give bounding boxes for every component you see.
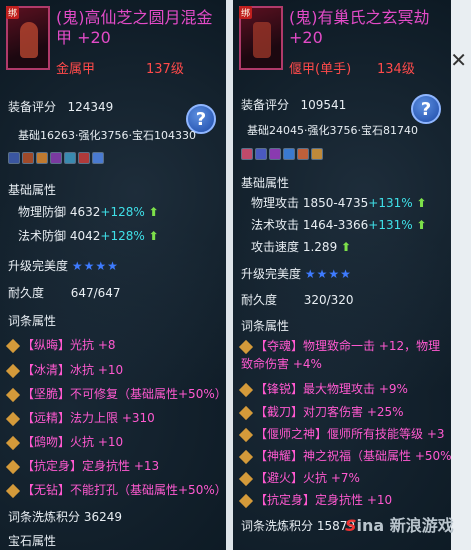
gem-icon	[50, 152, 62, 164]
score-value: 109541	[300, 98, 347, 112]
upgrade-row: 升级完美度 ★★★★	[241, 267, 352, 281]
upgrade-row: 升级完美度 ★★★★	[8, 259, 119, 273]
score-value: 124349	[67, 100, 114, 114]
affix-row: 【远精】法力上限 +310	[5, 409, 155, 426]
item-icon: 绑	[6, 6, 50, 70]
gem-icon	[78, 152, 90, 164]
affix-row: 【神耀】神之祝福（基础属性 +50%）	[238, 447, 451, 464]
item-level: 134级	[377, 62, 415, 77]
base-attr-heading: 基础属性	[8, 183, 57, 197]
affix-row: 【锋锐】最大物理攻击 +9%	[238, 380, 408, 397]
base-stat: 法术攻击 1464-3366+131% ⬆	[251, 218, 427, 232]
gem-icon	[22, 152, 34, 164]
sina-watermark: Sina 新浪游戏	[345, 516, 454, 535]
affix-heading: 词条属性	[8, 314, 57, 328]
upgrade-stars: ★★★★	[71, 259, 119, 273]
durability-row: 耐久度 647/647	[8, 286, 121, 300]
bound-badge: 绑	[6, 6, 20, 19]
affix-row: 【避火】火抗 +7%	[238, 469, 360, 486]
right-item-tooltip: 绑 (鬼)有巢氏之玄冥劫 +20 偃甲(单手) 134级 装备评分 109541…	[233, 0, 451, 550]
base-stat: 物理攻击 1850-4735+131% ⬆	[251, 196, 427, 210]
gem-icon	[283, 148, 295, 160]
help-icon[interactable]: ?	[411, 94, 441, 124]
affix-row: 【坚脆】不可修复（基础属性+50%）	[5, 385, 226, 402]
gem-icon	[64, 152, 76, 164]
upgrade-stars: ★★★★	[304, 267, 352, 281]
score-row: 装备评分 109541	[241, 98, 347, 112]
gem-icon	[92, 152, 104, 164]
gem-icon	[269, 148, 281, 160]
score-row: 装备评分 124349	[8, 100, 114, 114]
refine-row: 词条洗炼积分 36249	[8, 510, 123, 524]
gem-icon	[297, 148, 309, 160]
page-background: ✕	[450, 0, 471, 550]
left-item-tooltip: 绑 (鬼)高仙芝之圆月混金甲 +20 金属甲 137级 装备评分 124349 …	[0, 0, 226, 550]
refine-row: 词条洗炼积分 15879	[241, 519, 356, 533]
gem-icon	[241, 148, 253, 160]
score-breakdown: 基础16263·强化3756·宝石104330	[18, 129, 196, 142]
affix-heading: 词条属性	[241, 319, 290, 333]
affix-row: 【偃师之神】偃师所有技能等级 +3	[238, 425, 445, 442]
bound-badge: 绑	[239, 6, 253, 19]
gem-icon	[311, 148, 323, 160]
gem-slots	[241, 148, 323, 160]
affix-row: 【无钻】不能打孔（基础属性+50%）	[5, 481, 226, 498]
affix-row: 【抗定身】定身抗性 +10	[238, 491, 392, 508]
affix-row: 【截刀】对刀客伤害 +25%	[238, 403, 404, 420]
affix-row: 【夺魂】物理致命一击 +12，物理致命伤害 +4%	[238, 337, 441, 373]
affix-row: 【抗定身】定身抗性 +13	[5, 457, 159, 474]
item-name: (鬼)有巢氏之玄冥劫 +20	[289, 8, 430, 47]
gem-slots	[8, 152, 104, 164]
item-name: (鬼)高仙芝之圆月混金甲 +20	[56, 8, 213, 47]
panel-divider	[226, 0, 233, 550]
base-stat: 法术防御 4042+128% ⬆	[18, 229, 159, 243]
item-type: 偃甲(单手)	[289, 62, 352, 77]
item-icon: 绑	[239, 6, 283, 70]
affix-row: 【鸱吻】火抗 +10	[5, 433, 123, 450]
gem-icon	[36, 152, 48, 164]
score-breakdown: 基础24045·强化3756·宝石81740	[247, 124, 418, 137]
item-type: 金属甲	[56, 62, 96, 77]
affix-row: 【纵晦】光抗 +8	[5, 336, 116, 353]
item-level: 137级	[146, 62, 184, 77]
close-icon[interactable]: ✕	[450, 48, 467, 72]
gem-icon	[8, 152, 20, 164]
speed-stat: 攻击速度 1.289 ⬆	[251, 240, 352, 254]
base-attr-heading: 基础属性	[241, 176, 290, 190]
gem-attr-heading: 宝石属性	[8, 534, 57, 548]
base-stat: 物理防御 4632+128% ⬆	[18, 205, 159, 219]
durability-row: 耐久度 320/320	[241, 293, 354, 307]
gem-icon	[255, 148, 267, 160]
affix-row: 【冰清】冰抗 +10	[5, 361, 123, 378]
